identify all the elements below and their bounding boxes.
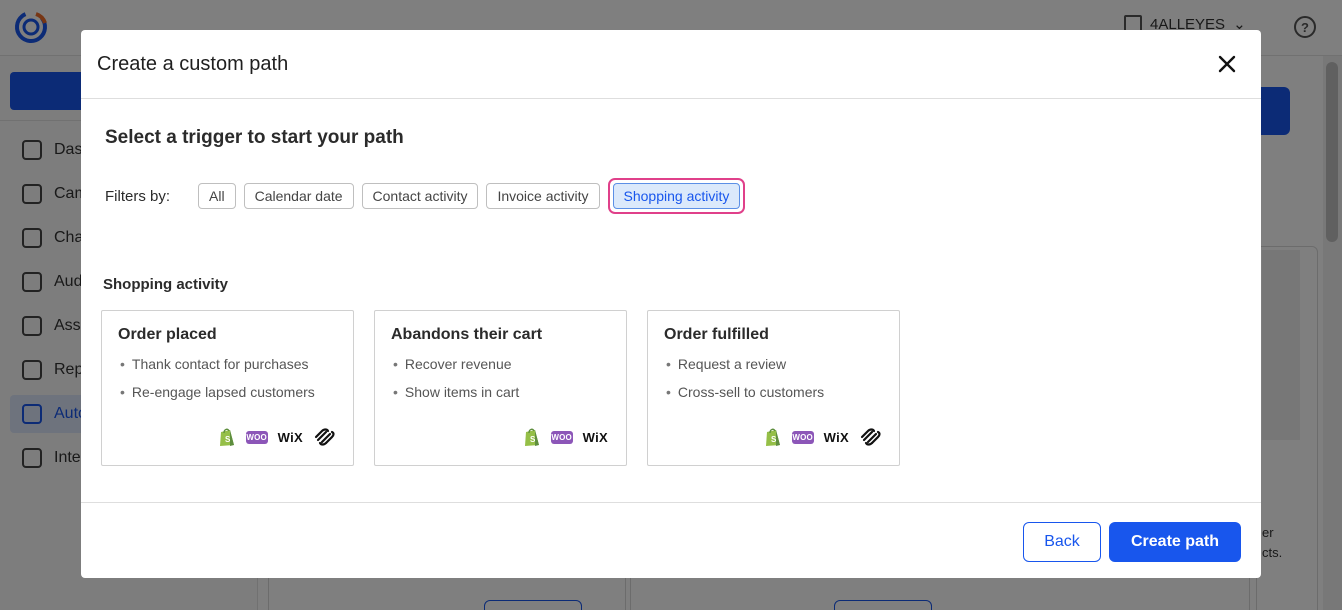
filter-bar: Filters by: All Calendar date Contact acti… <box>105 178 746 214</box>
shopify-icon: S <box>219 428 234 446</box>
trigger-card-bullet: Request a review <box>666 355 824 383</box>
close-icon[interactable] <box>1215 52 1239 76</box>
integration-logos: S WOO WiX <box>764 427 881 447</box>
svg-text:S: S <box>771 435 777 444</box>
selected-filter-ring: Shopping activity <box>607 178 746 214</box>
shopify-icon: S <box>765 428 780 446</box>
bullet-text: Cross-sell to customers <box>677 384 825 400</box>
filter-chip[interactable]: Invoice activity <box>486 183 600 209</box>
bullet-text: Thank contact for purchases <box>131 356 309 372</box>
back-button[interactable]: Back <box>1023 522 1101 562</box>
create-path-button[interactable]: Create path <box>1109 522 1241 562</box>
trigger-card[interactable]: Abandons their cart Recover revenue Show i… <box>374 310 627 466</box>
svg-text:S: S <box>225 435 231 444</box>
trigger-card-bullet: Thank contact for purchases <box>120 355 315 383</box>
trigger-card-bullet: Re-engage lapsed customers <box>120 383 315 411</box>
bullet-text: Re-engage lapsed customers <box>131 384 315 400</box>
trigger-heading: Select a trigger to start your path <box>105 127 404 148</box>
trigger-card-bullet: Recover revenue <box>393 355 519 383</box>
filter-chip[interactable]: Shopping activity <box>612 183 741 209</box>
wix-icon: WiX <box>582 429 608 445</box>
trigger-card-bullets: Recover revenue Show items in cart <box>393 355 519 411</box>
trigger-card-bullets: Request a review Cross-sell to customers <box>666 355 824 411</box>
trigger-card-title: Order placed <box>118 326 217 343</box>
trigger-card-title: Abandons their cart <box>391 326 543 343</box>
modal-header: Create a custom path <box>81 30 1261 99</box>
squarespace-icon <box>314 428 335 446</box>
bullet-text: Request a review <box>677 356 787 372</box>
trigger-card-bullets: Thank contact for purchases Re-engage lap… <box>120 355 315 411</box>
section-label: Shopping activity <box>103 276 229 293</box>
woocommerce-icon: WOO <box>245 430 268 444</box>
trigger-card-bullet: Cross-sell to customers <box>666 383 824 411</box>
trigger-card[interactable]: Order placed Thank contact for purchases R… <box>101 310 354 466</box>
wix-icon: WiX <box>823 429 849 445</box>
filter-chip[interactable]: Calendar date <box>243 183 354 209</box>
modal-footer: Back Create path <box>81 502 1261 578</box>
squarespace-icon <box>860 428 881 446</box>
svg-text:S: S <box>530 435 536 444</box>
filters-label: Filters by: <box>105 187 171 205</box>
integration-logos: S WOO WiX <box>523 427 608 447</box>
bullet-text: Show items in cart <box>404 384 520 400</box>
modal-title: Create a custom path <box>97 53 289 75</box>
integration-logos: S WOO WiX <box>218 427 335 447</box>
woocommerce-icon: WOO <box>550 430 573 444</box>
filter-chip[interactable]: Contact activity <box>361 183 479 209</box>
filter-chip[interactable]: All <box>198 183 236 209</box>
woocommerce-icon: WOO <box>791 430 814 444</box>
trigger-card[interactable]: Order fulfilled Request a review Cross-sel… <box>647 310 900 466</box>
create-custom-path-modal: Create a custom path Select a trigger to… <box>81 30 1261 578</box>
wix-icon: WiX <box>277 429 303 445</box>
shopify-icon: S <box>524 428 539 446</box>
bullet-text: Recover revenue <box>404 356 512 372</box>
trigger-card-title: Order fulfilled <box>664 326 769 343</box>
trigger-card-bullet: Show items in cart <box>393 383 519 411</box>
